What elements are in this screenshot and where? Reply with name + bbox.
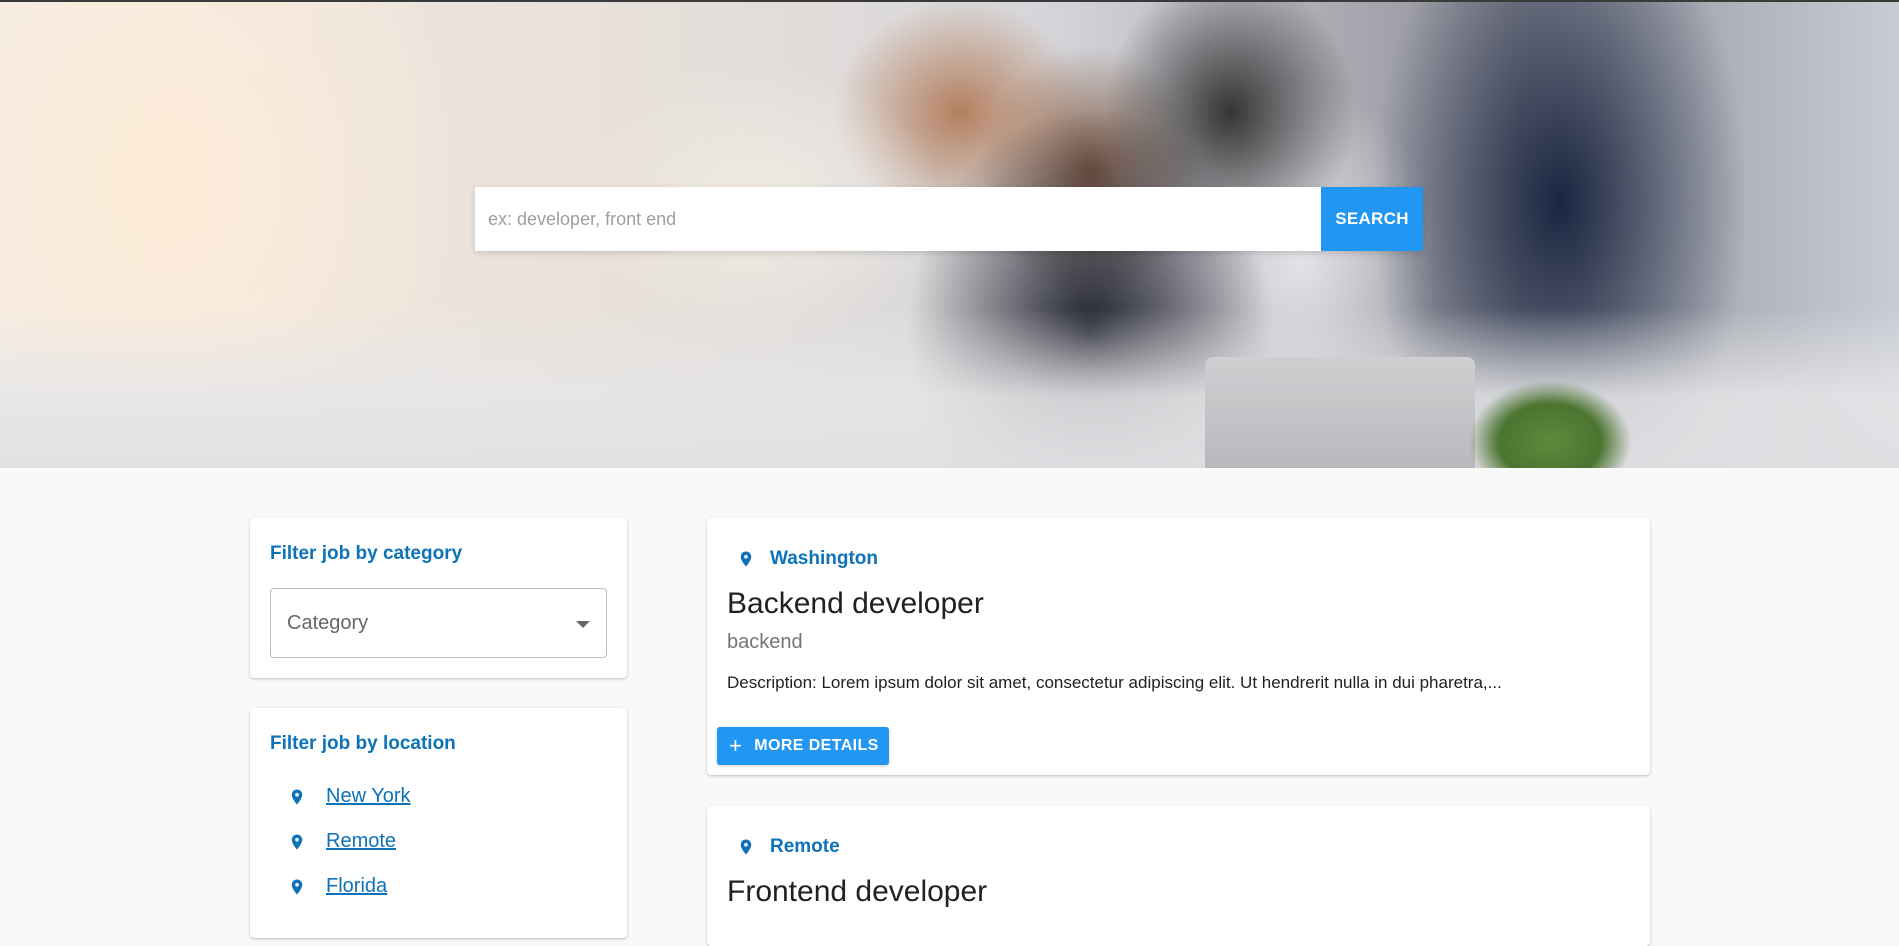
job-location-text: Washington xyxy=(770,548,878,569)
plus-icon: + xyxy=(729,733,743,758)
location-pin-icon xyxy=(740,839,752,855)
location-pin-icon xyxy=(291,789,303,804)
category-select[interactable]: Category xyxy=(270,588,607,658)
job-title: Frontend developer xyxy=(727,875,988,908)
job-card: Washington Backend developer backend Des… xyxy=(707,518,1650,775)
category-filter-title: Filter job by category xyxy=(270,543,463,564)
job-description: Description: Lorem ipsum dolor sit amet,… xyxy=(727,673,1502,692)
search-bar: SEARCH xyxy=(475,187,1423,251)
location-pin-icon xyxy=(740,551,752,567)
location-link-florida[interactable]: Florida xyxy=(326,875,387,898)
job-title: Backend developer xyxy=(727,587,984,620)
hero-plant xyxy=(1470,382,1630,468)
location-pin-icon xyxy=(291,879,303,894)
category-select-label: Category xyxy=(287,612,369,634)
job-location-text: Remote xyxy=(770,836,840,857)
search-input[interactable] xyxy=(475,187,1321,251)
job-category: backend xyxy=(727,631,803,653)
location-filter-title: Filter job by location xyxy=(270,733,456,754)
more-details-label: MORE DETAILS xyxy=(754,737,879,754)
location-pin-icon xyxy=(291,834,303,849)
location-item: Florida xyxy=(288,864,411,909)
location-item: Remote xyxy=(288,819,411,864)
location-item: New York xyxy=(288,774,411,819)
job-card: Remote Frontend developer xyxy=(707,806,1650,946)
location-list: New York Remote Florida xyxy=(288,774,411,909)
location-link-new-york[interactable]: New York xyxy=(326,785,411,808)
category-filter-card: Filter job by category Category xyxy=(250,518,627,678)
location-filter-card: Filter job by location New York Remote F… xyxy=(250,708,627,938)
chevron-down-icon xyxy=(576,621,590,628)
search-button[interactable]: SEARCH xyxy=(1321,187,1423,251)
hero-laptop xyxy=(1205,357,1475,468)
job-location: Washington xyxy=(737,548,878,570)
more-details-button[interactable]: + MORE DETAILS xyxy=(717,727,889,765)
location-link-remote[interactable]: Remote xyxy=(326,830,396,853)
job-location: Remote xyxy=(737,836,840,858)
hero-banner: SEARCH xyxy=(0,2,1899,468)
